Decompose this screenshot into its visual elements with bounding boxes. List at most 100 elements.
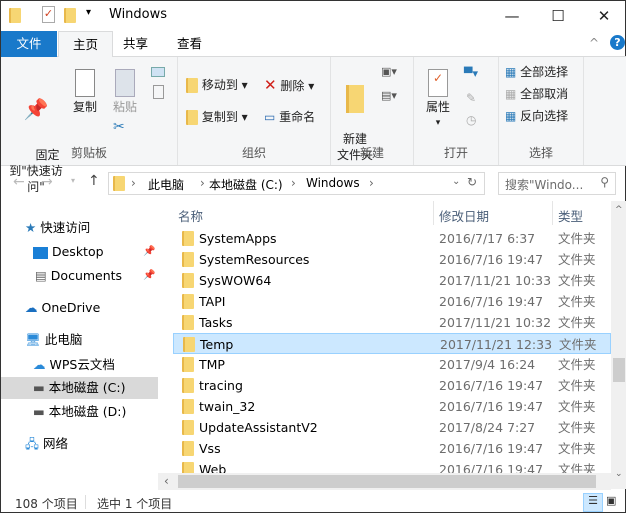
scroll-thumb[interactable] [613, 358, 625, 382]
tab-home[interactable]: 主页 [58, 31, 114, 58]
select-none-button[interactable]: ▦ 全部取消 [505, 86, 568, 102]
properties-button[interactable]: ✓ 属性 ▾ [420, 69, 456, 131]
tab-view[interactable]: 查看 [163, 31, 216, 57]
copy-to-button[interactable]: 复制到 ▾ [186, 109, 248, 125]
select-all-icon: ▦ [505, 65, 517, 79]
edit-icon[interactable]: ✎ [466, 91, 476, 105]
file-row[interactable]: SystemApps 2016/7/17 6:37 文件夹 [173, 228, 611, 249]
item-count: 108 个项目 [15, 497, 78, 511]
file-row[interactable]: Temp 2017/11/21 12:33 文件夹 [173, 333, 611, 354]
paste-button[interactable]: 粘贴 [109, 69, 141, 115]
column-header-date[interactable]: 修改日期 [439, 206, 489, 225]
pin-icon[interactable]: 📌 [143, 265, 155, 287]
scroll-down-icon[interactable]: ⌄ [615, 469, 623, 479]
nav-local-disk-c[interactable]: ▬ 本地磁盘 (C:) [1, 377, 158, 399]
file-row[interactable]: TAPI 2016/7/16 19:47 文件夹 [173, 291, 611, 312]
delete-icon: ✕ [264, 76, 277, 94]
up-button[interactable]: ↑ [88, 173, 100, 189]
file-type: 文件夹 [558, 357, 596, 372]
history-icon[interactable]: ◷ [466, 113, 476, 127]
file-date: 2017/8/24 7:27 [439, 420, 536, 435]
file-row[interactable]: Tasks 2017/11/21 10:32 文件夹 [173, 312, 611, 333]
file-row[interactable]: UpdateAssistantV2 2017/8/24 7:27 文件夹 [173, 417, 611, 438]
file-row[interactable]: SysWOW64 2017/11/21 10:33 文件夹 [173, 270, 611, 291]
copy-path-icon[interactable] [151, 67, 165, 77]
file-row[interactable]: tracing 2016/7/16 19:47 文件夹 [173, 375, 611, 396]
refresh-icon[interactable]: ↻ [467, 175, 477, 189]
file-row[interactable]: SystemResources 2016/7/16 19:47 文件夹 [173, 249, 611, 270]
nav-local-disk-d[interactable]: ▬ 本地磁盘 (D:) [1, 401, 158, 423]
computer-icon: 🖥 [25, 332, 41, 347]
horizontal-scrollbar[interactable]: ‹ [158, 473, 611, 490]
search-input[interactable]: 搜索"Windo... ⚲ [498, 172, 616, 195]
easy-access-icon[interactable]: ▤▾ [381, 89, 397, 102]
new-folder-quick-icon[interactable] [64, 8, 76, 23]
maximize-button[interactable]: ☐ [535, 1, 581, 31]
file-name: tracing [199, 378, 243, 393]
tab-file[interactable]: 文件 [1, 31, 57, 57]
nav-desktop[interactable]: Desktop 📌 [1, 241, 158, 263]
file-row[interactable]: Web 2016/7/16 19:47 文件夹 [173, 459, 611, 473]
file-date: 2016/7/16 19:47 [439, 441, 544, 456]
scroll-left-icon[interactable]: ‹ [164, 474, 169, 488]
column-header-name[interactable]: 名称 [178, 206, 203, 225]
move-to-button[interactable]: 移动到 ▾ [186, 77, 248, 93]
nav-this-pc[interactable]: 🖥 此电脑 [1, 329, 158, 351]
nav-label: Documents [50, 268, 123, 283]
breadcrumb-windows[interactable]: Windows [306, 176, 360, 190]
file-row[interactable]: twain_32 2016/7/16 19:47 文件夹 [173, 396, 611, 417]
tab-share[interactable]: 共享 [109, 31, 162, 57]
properties-label: 属性 [425, 100, 450, 114]
folder-icon [182, 420, 194, 435]
file-type: 文件夹 [558, 462, 596, 473]
column-header-type[interactable]: 类型 [558, 206, 583, 225]
minimize-button[interactable]: — [489, 1, 535, 31]
delete-button[interactable]: ✕ 删除 ▾ [264, 77, 314, 94]
breadcrumb-local-disk-c[interactable]: 本地磁盘 (C:) [209, 176, 283, 193]
file-row[interactable]: Vss 2016/7/16 19:47 文件夹 [173, 438, 611, 459]
new-item-icon[interactable]: ▣▾ [381, 65, 397, 78]
invert-selection-button[interactable]: ▦ 反向选择 [505, 108, 568, 124]
back-button[interactable]: ← [13, 174, 25, 190]
column-divider[interactable] [433, 201, 434, 225]
clipboard-group-label: 剪贴板 [70, 146, 107, 160]
star-icon: ★ [25, 220, 37, 235]
nav-onedrive[interactable]: ☁ OneDrive [1, 297, 158, 319]
paste-icon [115, 69, 135, 97]
customize-quick-access-icon[interactable]: ▾ [86, 7, 91, 18]
open-icon[interactable]: ▀▾ [464, 67, 478, 80]
nav-network[interactable]: 🖧 网络 [1, 433, 158, 455]
select-all-label: 全部选择 [520, 65, 569, 79]
file-name: SysWOW64 [199, 273, 272, 288]
pin-icon[interactable]: 📌 [143, 241, 155, 263]
file-type: 文件夹 [558, 252, 596, 267]
help-icon[interactable]: ? [610, 35, 625, 50]
scroll-thumb[interactable] [178, 475, 596, 488]
rename-button[interactable]: ▭ 重命名 [264, 109, 315, 125]
large-icons-view-button[interactable]: ▣ [606, 494, 616, 507]
copy-button[interactable]: 复制 [69, 69, 101, 115]
collapse-ribbon-icon[interactable]: ^ [589, 36, 599, 50]
nav-documents[interactable]: ▤ Documents 📌 [1, 265, 158, 287]
file-date: 2016/7/16 19:47 [439, 462, 544, 473]
vertical-scrollbar[interactable]: ^ ⌄ [611, 201, 626, 489]
column-divider[interactable] [552, 201, 553, 225]
folder-icon [182, 399, 194, 414]
close-button[interactable]: ✕ [581, 1, 626, 31]
file-name: Vss [199, 441, 221, 456]
scroll-up-icon[interactable]: ^ [615, 205, 623, 215]
nav-quick-access[interactable]: ★ 快速访问 [1, 217, 158, 239]
address-bar[interactable]: › 此电脑 › 本地磁盘 (C:) › Windows › ⌄ ↻ [108, 172, 485, 195]
cut-icon[interactable]: ✂ [113, 119, 125, 135]
select-all-button[interactable]: ▦ 全部选择 [505, 64, 568, 80]
address-dropdown-icon[interactable]: ⌄ [452, 176, 460, 187]
properties-quick-icon[interactable]: ✓ [42, 6, 55, 23]
file-row[interactable]: TMP 2017/9/4 16:24 文件夹 [173, 354, 611, 375]
breadcrumb-this-pc[interactable]: 此电脑 [148, 176, 184, 193]
details-view-button[interactable]: ☰ [583, 493, 603, 512]
forward-button[interactable]: → [41, 174, 53, 190]
paste-shortcut-icon[interactable] [153, 85, 164, 99]
rename-icon: ▭ [264, 110, 276, 124]
recent-locations-button[interactable]: ▾ [71, 176, 75, 185]
nav-wps-cloud[interactable]: ☁ WPS云文档 [1, 354, 158, 376]
